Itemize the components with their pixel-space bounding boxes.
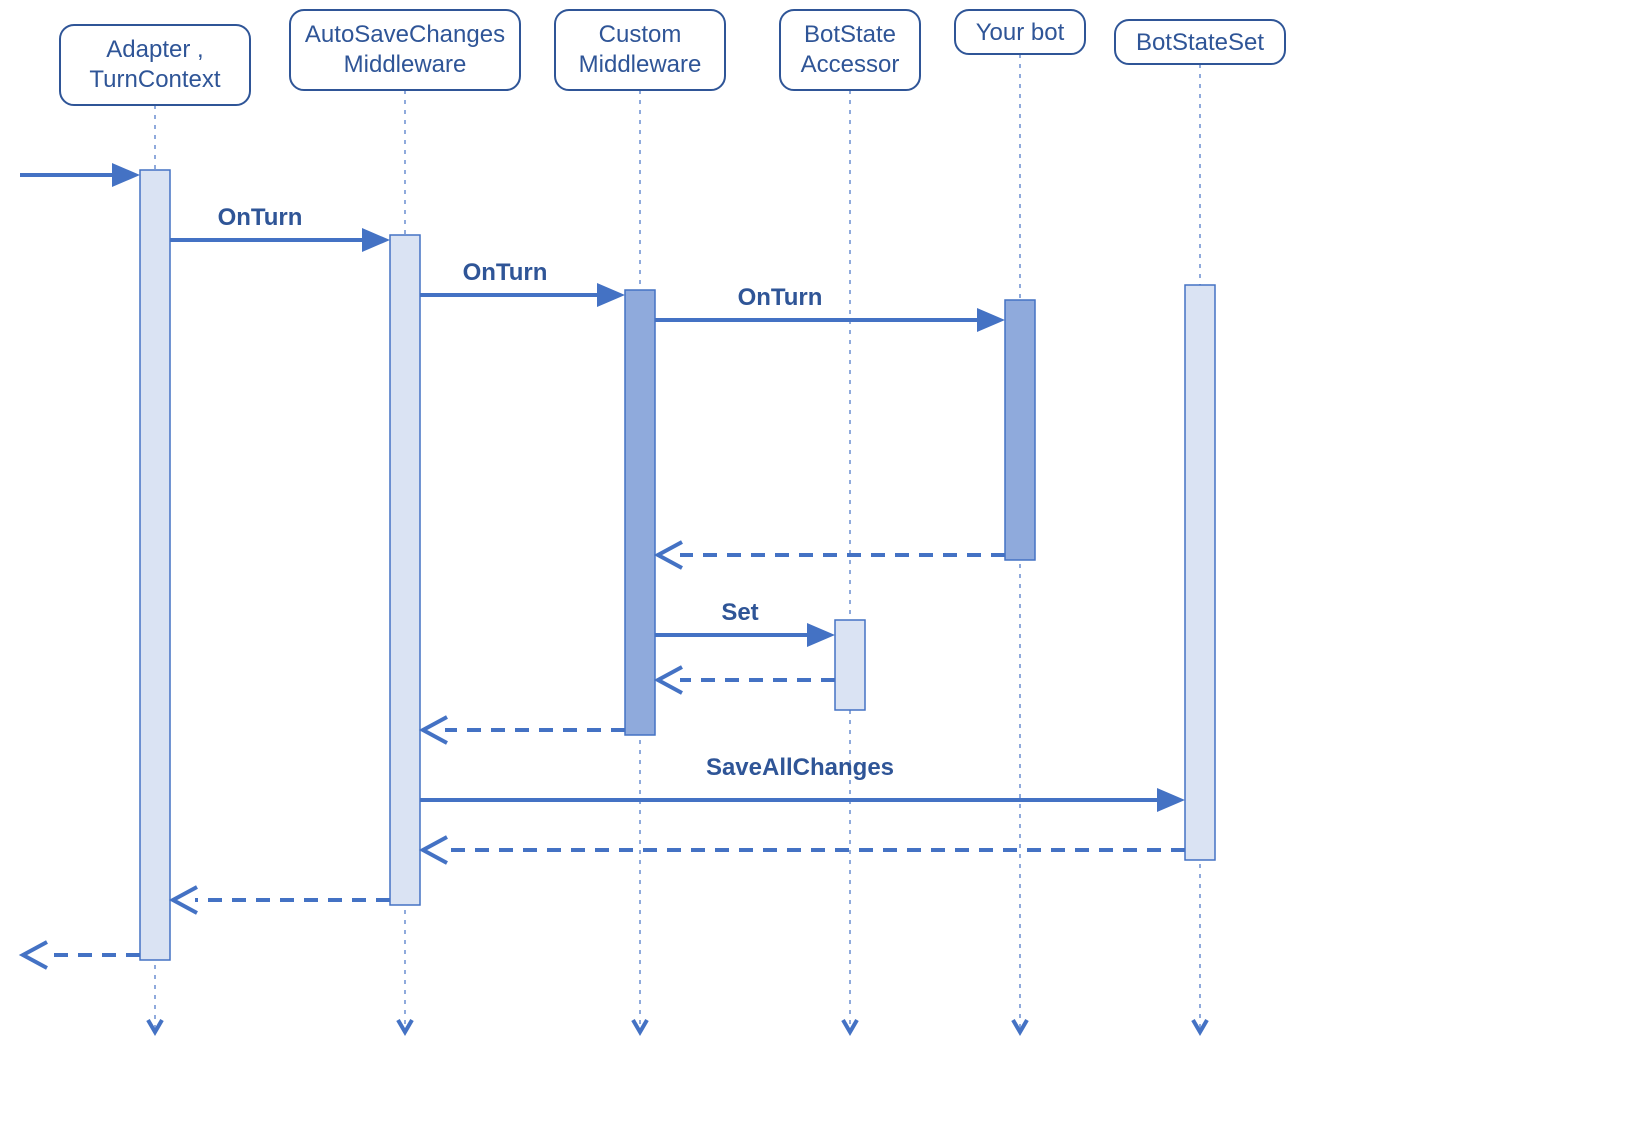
msg-label: OnTurn: [218, 204, 303, 231]
participant-label: Custom: [599, 21, 682, 48]
participant-label: Middleware: [344, 51, 467, 78]
participant-autosave: AutoSaveChanges Middleware: [290, 10, 520, 90]
participant-label: TurnContext: [89, 66, 221, 93]
activation-yourbot: [1005, 300, 1035, 560]
participant-custom: Custom Middleware: [555, 10, 725, 90]
participant-label: AutoSaveChanges: [305, 21, 505, 48]
participant-botstateset: BotStateSet: [1115, 20, 1285, 64]
msg-saveallchanges: SaveAllChanges: [420, 754, 1185, 812]
msg-onturn-2: OnTurn: [420, 259, 625, 307]
msg-set: Set: [655, 599, 835, 647]
activation-botstateset: [1185, 285, 1215, 860]
msg-label: SaveAllChanges: [706, 754, 894, 781]
msg-label: OnTurn: [738, 284, 823, 311]
participant-label: BotState: [804, 21, 896, 48]
participant-accessor: BotState Accessor: [780, 10, 920, 90]
return-yourbot-custom: [658, 542, 1005, 568]
activation-autosave: [390, 235, 420, 905]
participant-label: BotStateSet: [1136, 29, 1264, 56]
msg-label: OnTurn: [463, 259, 548, 286]
activation-adapter: [140, 170, 170, 960]
return-autosave-adapter: [173, 887, 390, 913]
participant-label: Your bot: [976, 19, 1065, 46]
return-custom-autosave: [423, 717, 625, 743]
msg-label: Set: [721, 599, 758, 626]
activation-accessor: [835, 620, 865, 710]
activation-custom: [625, 290, 655, 735]
return-botstateset-autosave: [423, 837, 1185, 863]
entry-arrow: [20, 163, 140, 187]
participant-label: Adapter ,: [106, 36, 203, 63]
exit-arrow: [23, 942, 140, 968]
msg-onturn-3: OnTurn: [655, 284, 1005, 332]
return-accessor-custom: [658, 667, 835, 693]
participant-label: Accessor: [801, 51, 900, 78]
participant-adapter: Adapter , TurnContext: [60, 25, 250, 105]
sequence-diagram: Adapter , TurnContext AutoSaveChanges Mi…: [0, 0, 1500, 1050]
participant-yourbot: Your bot: [955, 10, 1085, 54]
participant-label: Middleware: [579, 51, 702, 78]
lifeline-end-arrows: [148, 1020, 1207, 1032]
msg-onturn-1: OnTurn: [170, 204, 390, 252]
